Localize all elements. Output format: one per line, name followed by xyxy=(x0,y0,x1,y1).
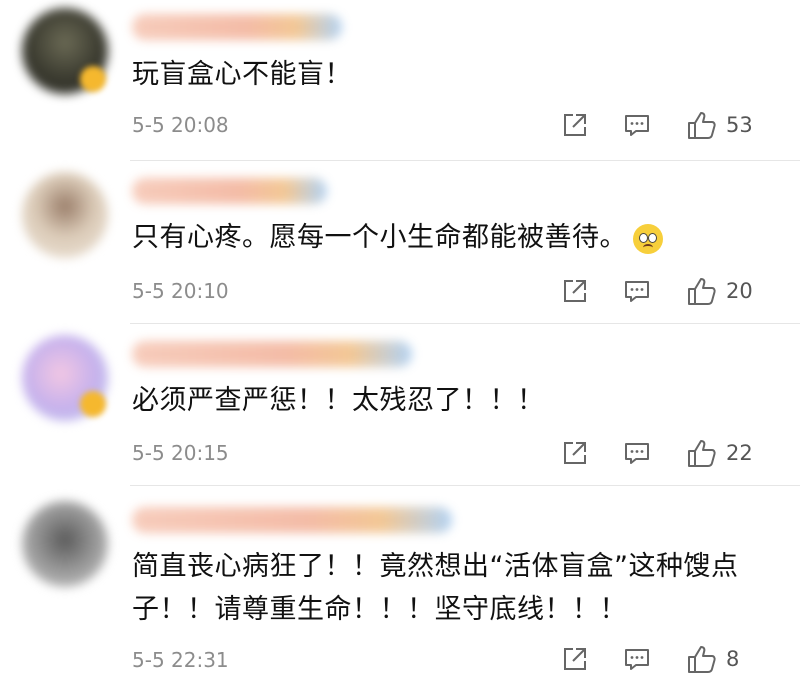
share-button[interactable] xyxy=(560,436,590,470)
thumbs-up-icon xyxy=(688,646,716,673)
share-button[interactable] xyxy=(560,274,590,308)
like-count: 20 xyxy=(726,279,753,303)
reply-button[interactable] xyxy=(622,274,652,308)
comment-timestamp: 5-5 20:10 xyxy=(132,279,229,303)
avatar[interactable] xyxy=(22,172,108,258)
share-icon xyxy=(564,442,586,464)
reply-button[interactable] xyxy=(622,642,652,676)
pleading-face-emoji-icon xyxy=(633,223,663,254)
comment-item: 必须严查严惩！！太残忍了！！！ 5-5 20:15 22 xyxy=(0,325,800,487)
thumbs-up-icon xyxy=(688,112,716,139)
comment-text: 玩盲盒心不能盲！ xyxy=(132,59,352,90)
like-button[interactable]: 8 xyxy=(686,642,739,676)
comment-icon xyxy=(625,115,649,136)
verified-badge-icon xyxy=(80,66,106,92)
comment-icon xyxy=(625,281,649,302)
username-blurred[interactable] xyxy=(132,178,327,204)
comment-item: 只有心疼。愿每一个小生命都能被善待。 5-5 20:10 20 xyxy=(0,162,800,324)
reply-button[interactable] xyxy=(622,108,652,142)
comment-text: 只有心疼。愿每一个小生命都能被善待。 xyxy=(132,215,663,261)
thumbs-up-icon xyxy=(688,440,716,467)
comment-icon xyxy=(625,649,649,670)
like-count: 8 xyxy=(726,647,740,671)
share-icon xyxy=(564,114,586,136)
reply-button[interactable] xyxy=(622,436,652,470)
share-button[interactable] xyxy=(560,108,590,142)
comment-text: 必须严查严惩！！太残忍了！！！ xyxy=(132,385,545,416)
comment-actions: 20 xyxy=(560,274,800,308)
like-button[interactable]: 53 xyxy=(686,108,753,142)
comment-timestamp: 5-5 20:15 xyxy=(132,441,229,465)
share-button[interactable] xyxy=(560,642,590,676)
share-icon xyxy=(564,648,586,670)
comment-item: 简直丧心病狂了！！竟然想出“活体盲盒”这种馊点 子！！请尊重生命！！！坚守底线！… xyxy=(0,487,800,682)
comment-actions: 53 xyxy=(560,108,800,142)
comment-text-line-1: 简直丧心病狂了！！竟然想出“活体盲盒”这种馊点 xyxy=(132,551,739,582)
thumbs-up-icon xyxy=(688,278,716,305)
comment-timestamp: 5-5 22:31 xyxy=(132,648,229,672)
comment-actions: 22 xyxy=(560,436,800,470)
comment-item: 玩盲盒心不能盲！ 5-5 20:08 53 xyxy=(0,0,800,162)
divider xyxy=(130,485,800,486)
like-button[interactable]: 22 xyxy=(686,436,753,470)
comment-text-content: 只有心疼。愿每一个小生命都能被善待。 xyxy=(132,222,627,253)
like-count: 22 xyxy=(726,441,753,465)
username-blurred[interactable] xyxy=(132,507,452,533)
verified-badge-icon xyxy=(80,391,106,417)
like-count: 53 xyxy=(726,113,753,137)
divider xyxy=(130,160,800,161)
like-button[interactable]: 20 xyxy=(686,274,753,308)
share-icon xyxy=(564,280,586,302)
username-blurred[interactable] xyxy=(132,341,412,367)
comment-actions: 8 xyxy=(560,642,800,676)
avatar[interactable] xyxy=(22,501,108,587)
divider xyxy=(130,323,800,324)
username-blurred[interactable] xyxy=(132,14,342,40)
comment-text-line-2: 子！！请尊重生命！！！坚守底线！！！ xyxy=(132,594,627,625)
comment-timestamp: 5-5 20:08 xyxy=(132,113,229,137)
comment-icon xyxy=(625,443,649,464)
